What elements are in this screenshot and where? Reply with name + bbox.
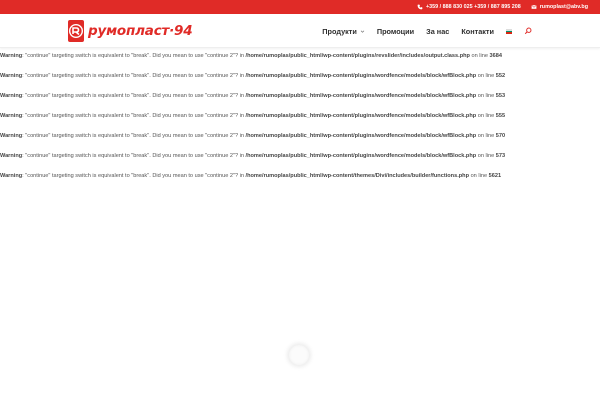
top-contact-bar: +359 / 888 830 025 +359 / 887 895 208 ru… xyxy=(0,0,600,14)
nav-item-label: Продукти xyxy=(322,26,357,36)
nav-item-label: За нас xyxy=(426,26,450,36)
search-icon[interactable] xyxy=(524,27,532,35)
phone-icon xyxy=(417,4,423,10)
nav-item-about[interactable]: За нас xyxy=(426,27,449,36)
nav-item-label: Контакти xyxy=(461,26,494,36)
phone-contact[interactable]: +359 / 888 830 025 +359 / 887 895 208 xyxy=(417,4,521,10)
nav-item-products[interactable]: Продукти xyxy=(322,27,365,36)
warning-line: Warning: "continue" targeting switch is … xyxy=(0,153,506,159)
site-logo[interactable]: румопласт·94 xyxy=(68,19,193,43)
nav-item-promotions[interactable]: Промоции xyxy=(377,27,414,36)
brand-name: румопласт·94 xyxy=(88,23,193,39)
email-address: rumoplast@abv.bg xyxy=(539,4,588,10)
chevron-down-icon xyxy=(360,30,365,33)
nav-item-label: Промоции xyxy=(376,26,415,36)
site-header: румопласт·94 Продукти Промоции За нас Ко… xyxy=(0,14,600,48)
warning-line: Warning: "continue" targeting switch is … xyxy=(0,53,502,59)
envelope-icon xyxy=(531,4,537,9)
loading-spinner-icon xyxy=(289,345,309,365)
email-contact[interactable]: rumoplast@abv.bg xyxy=(531,4,588,10)
warning-line: Warning: "continue" targeting switch is … xyxy=(0,93,506,99)
php-warnings: Warning: "continue" targeting switch is … xyxy=(0,48,600,188)
nav-item-contacts[interactable]: Контакти xyxy=(461,27,494,36)
warning-line: Warning: "continue" targeting switch is … xyxy=(0,133,506,139)
warning-line: Warning: "continue" targeting switch is … xyxy=(0,73,506,79)
company-logo-mark xyxy=(68,20,84,42)
main-navigation: Продукти Промоции За нас Контакти xyxy=(322,14,532,48)
bulgarian-flag-icon[interactable] xyxy=(506,28,512,34)
warning-line: Warning: "continue" targeting switch is … xyxy=(0,113,506,119)
warning-line: Warning: "continue" targeting switch is … xyxy=(0,173,502,179)
phone-numbers: +359 / 888 830 025 +359 / 887 895 208 xyxy=(425,4,521,10)
